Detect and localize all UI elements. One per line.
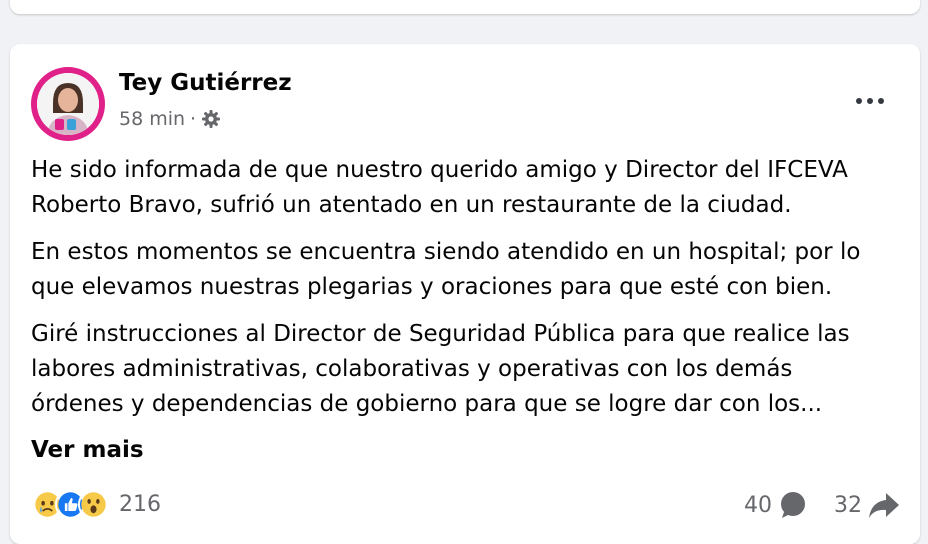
post-meta: 58 min · <box>119 108 221 130</box>
wow-reaction-icon <box>78 488 109 520</box>
engagement-stats: 40 32 <box>744 490 900 520</box>
text-line: labores administrativas, colaborativas y… <box>31 356 793 382</box>
share-icon <box>869 493 899 518</box>
post-card: Tey Gutiérrez 58 min · He sido informada… <box>10 44 920 544</box>
see-more-link[interactable]: Ver mais <box>31 437 144 463</box>
text-line: He sido informada de que nuestro querido… <box>31 157 848 183</box>
text-line: En estos momentos se encuentra siendo at… <box>31 239 861 265</box>
text-line: Giré instrucciones al Director de Seguri… <box>31 321 850 347</box>
paragraph: En estos momentos se encuentra siendo at… <box>31 235 911 305</box>
avatar[interactable] <box>31 67 105 141</box>
reaction-count[interactable]: 216 <box>119 492 161 517</box>
text-line: órdenes y dependencias de gobierno para … <box>31 391 823 417</box>
previous-post-card <box>10 0 920 14</box>
more-options-icon[interactable] <box>848 88 892 112</box>
text-line: que elevamos nuestras plegarias y oracio… <box>31 274 833 300</box>
comment-count-button[interactable]: 40 <box>744 490 808 520</box>
post-body: He sido informada de que nuestro querido… <box>31 153 911 434</box>
meta-separator: · <box>190 108 197 130</box>
share-count-button[interactable]: 32 <box>834 490 900 520</box>
post-time[interactable]: 58 min <box>119 108 185 130</box>
comment-count: 40 <box>744 492 772 518</box>
paragraph: He sido informada de que nuestro querido… <box>31 153 911 223</box>
comment-icon <box>781 492 805 518</box>
paragraph: Giré instrucciones al Director de Seguri… <box>31 317 911 422</box>
gear-icon[interactable] <box>201 109 221 129</box>
avatar-photo <box>37 73 99 135</box>
text-line: Roberto Bravo, sufrió un atentado en un … <box>31 192 792 218</box>
reactions-summary[interactable]: 216 <box>32 488 161 520</box>
profile-photo-icon <box>37 73 99 135</box>
author-name[interactable]: Tey Gutiérrez <box>119 70 292 96</box>
share-count: 32 <box>834 492 862 518</box>
